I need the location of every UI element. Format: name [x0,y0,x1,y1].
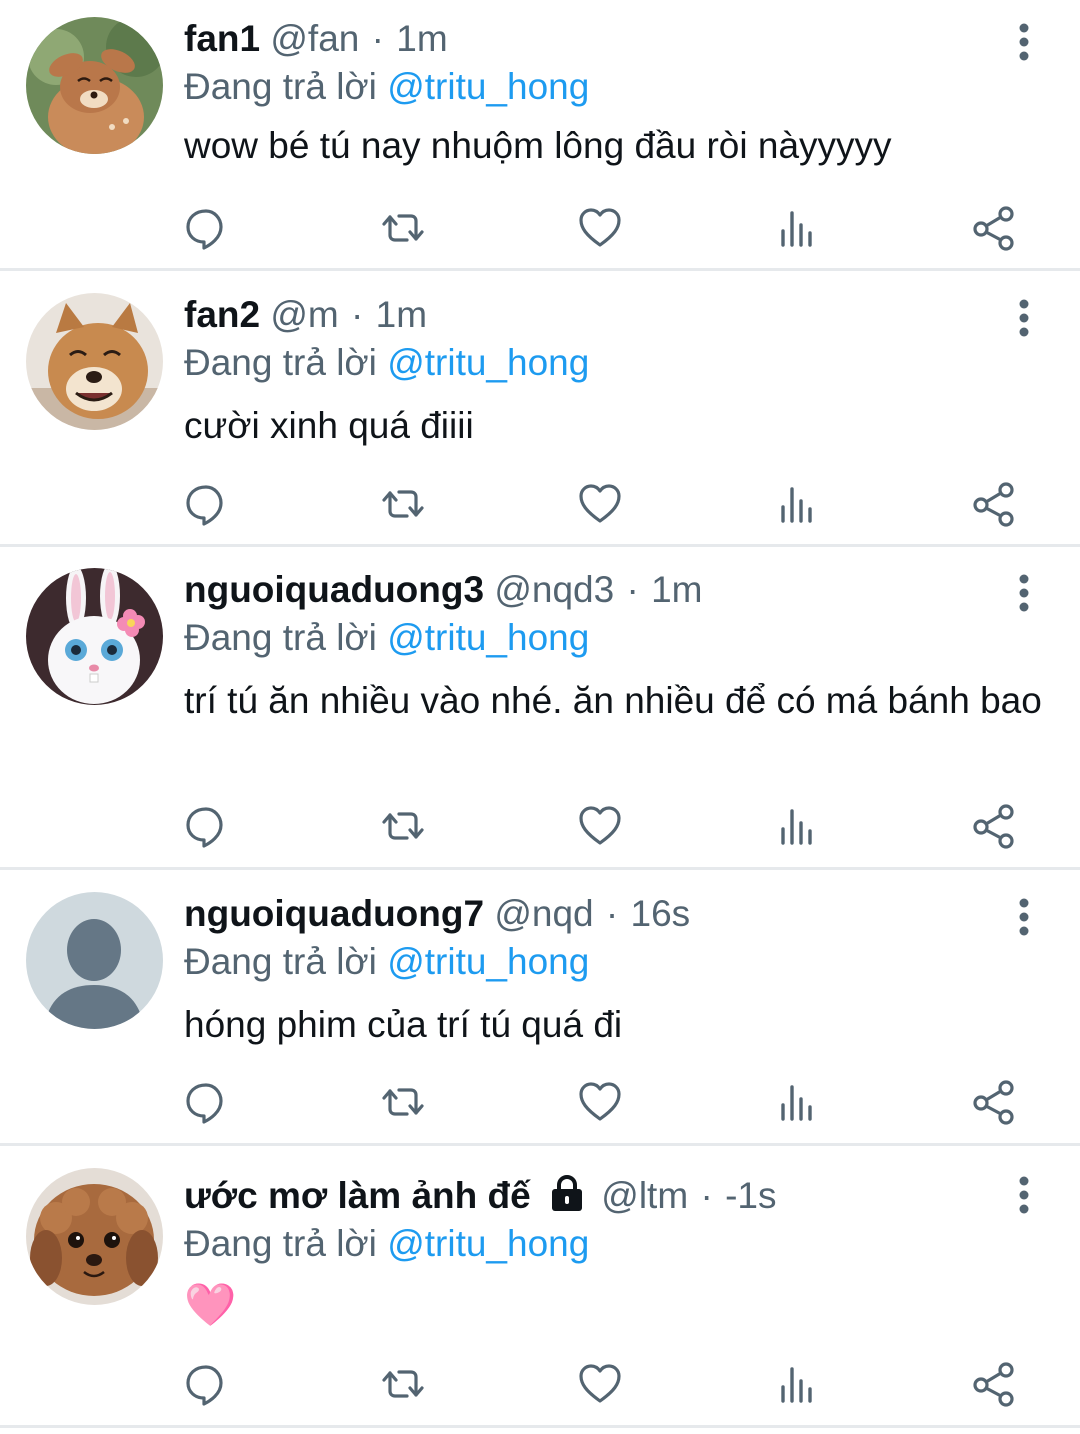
separator: · [371,18,384,59]
handle[interactable]: @ltm [601,1175,688,1216]
heart-icon[interactable] [575,479,625,529]
avatar[interactable] [26,17,163,154]
heart-icon[interactable] [575,801,625,851]
replying-prefix: Đang trả lời [184,617,377,658]
tweet-text: trí tú ăn nhiều vào nhé. ăn nhiều để có … [184,680,1042,721]
replying-prefix: Đang trả lời [184,941,377,982]
handle[interactable]: @nqd [494,893,593,934]
tweet-header: fan2 @m · 1m [184,291,427,339]
timestamp[interactable]: 16s [631,893,691,934]
tweet-header: nguoiquaduong7 @nqd · 16s [184,890,690,938]
mention-link[interactable]: @tritu_hong [387,941,589,982]
reply-feed: fan1 @fan · 1m Đang trả lời @tritu_hong … [0,0,1080,1434]
share-icon[interactable] [969,1077,1019,1127]
separator: · [605,893,619,934]
timestamp[interactable]: 1m [651,569,702,610]
replying-to: Đang trả lời @tritu_hong [184,339,589,387]
replying-prefix: Đang trả lời [184,66,377,107]
tweet[interactable]: nguoiquaduong7 @nqd · 16s Đang trả lời @… [0,870,1080,1146]
tweet[interactable]: ước mơ làm ảnh đế @ltm · -1s Đang trả lờ… [0,1146,1080,1428]
action-bar [0,479,1080,535]
replying-to: Đang trả lời @tritu_hong [184,1220,589,1268]
avatar[interactable] [26,293,163,430]
more-vertical-icon[interactable] [1004,20,1044,64]
action-bar [0,203,1080,259]
heart-icon[interactable] [575,1077,625,1127]
views-icon[interactable] [772,1077,822,1127]
retweet-icon[interactable] [378,203,428,253]
lock-icon [552,1175,582,1211]
views-icon[interactable] [772,203,822,253]
tweet-header: fan1 @fan · 1m [184,15,448,63]
display-name[interactable]: fan2 [184,294,260,335]
share-icon[interactable] [969,479,1019,529]
replying-to: Đang trả lời @tritu_hong [184,938,589,986]
timestamp[interactable]: -1s [725,1175,776,1216]
handle[interactable]: @fan [270,18,359,59]
share-icon[interactable] [969,1359,1019,1409]
more-vertical-icon[interactable] [1004,895,1044,939]
reply-icon[interactable] [181,1359,231,1409]
fawn-cartoon-avatar [26,17,163,154]
separator: · [626,569,639,610]
tweet-text: cười xinh quá điiii [184,405,474,446]
mention-link[interactable]: @tritu_hong [387,66,589,107]
handle[interactable]: @m [270,294,338,335]
separator: · [700,1175,713,1216]
replying-prefix: Đang trả lời [184,342,377,383]
replying-prefix: Đang trả lời [184,1223,377,1264]
views-icon[interactable] [772,479,822,529]
timestamp[interactable]: 1m [396,18,447,59]
mention-link[interactable]: @tritu_hong [387,617,589,658]
mention-link[interactable]: @tritu_hong [387,342,589,383]
white-bunny-avatar [26,568,163,705]
retweet-icon[interactable] [378,1359,428,1409]
retweet-icon[interactable] [378,801,428,851]
tweet-text: wow bé tú nay nhuộm lông đầu ròi nàyyyyy [184,125,892,166]
more-vertical-icon[interactable] [1004,571,1044,615]
action-bar [0,1077,1080,1133]
heart-icon[interactable] [575,1359,625,1409]
tweet-header: ước mơ làm ảnh đế @ltm · -1s [184,1172,776,1220]
display-name[interactable]: fan1 [184,18,260,59]
heart-icon[interactable] [575,203,625,253]
default-user-avatar [26,892,163,1029]
replying-to: Đang trả lời @tritu_hong [184,63,589,111]
retweet-icon[interactable] [378,1077,428,1127]
avatar[interactable] [26,568,163,705]
reply-icon[interactable] [181,479,231,529]
tweet-text: hóng phim của trí tú quá đi [184,1004,623,1045]
more-vertical-icon[interactable] [1004,296,1044,340]
display-name[interactable]: nguoiquaduong7 [184,893,484,934]
poodle-puppy-avatar [26,1168,163,1305]
more-vertical-icon[interactable] [1004,1173,1044,1217]
avatar[interactable] [26,1168,163,1305]
display-name[interactable]: ước mơ làm ảnh đế [184,1175,531,1216]
retweet-icon[interactable] [378,479,428,529]
separator: · [351,294,364,335]
smiling-dog-avatar [26,293,163,430]
share-icon[interactable] [969,801,1019,851]
reply-icon[interactable] [181,203,231,253]
action-bar [0,1359,1080,1415]
timestamp[interactable]: 1m [376,294,427,335]
tweet[interactable]: fan1 @fan · 1m Đang trả lời @tritu_hong … [0,0,1080,271]
views-icon[interactable] [772,1359,822,1409]
share-icon[interactable] [969,203,1019,253]
replying-to: Đang trả lời @tritu_hong [184,614,589,662]
display-name[interactable]: nguoiquaduong3 [184,569,484,610]
tweet-header: nguoiquaduong3 @nqd3 · 1m [184,566,703,614]
tweet-text: 🩷 [184,1281,237,1328]
views-icon[interactable] [772,801,822,851]
action-bar [0,801,1080,857]
reply-icon[interactable] [181,801,231,851]
reply-icon[interactable] [181,1077,231,1127]
handle[interactable]: @nqd3 [494,569,614,610]
mention-link[interactable]: @tritu_hong [387,1223,589,1264]
avatar[interactable] [26,892,163,1029]
tweet[interactable]: nguoiquaduong3 @nqd3 · 1m Đang trả lời @… [0,547,1080,870]
tweet[interactable]: fan2 @m · 1m Đang trả lời @tritu_hong cư… [0,271,1080,547]
